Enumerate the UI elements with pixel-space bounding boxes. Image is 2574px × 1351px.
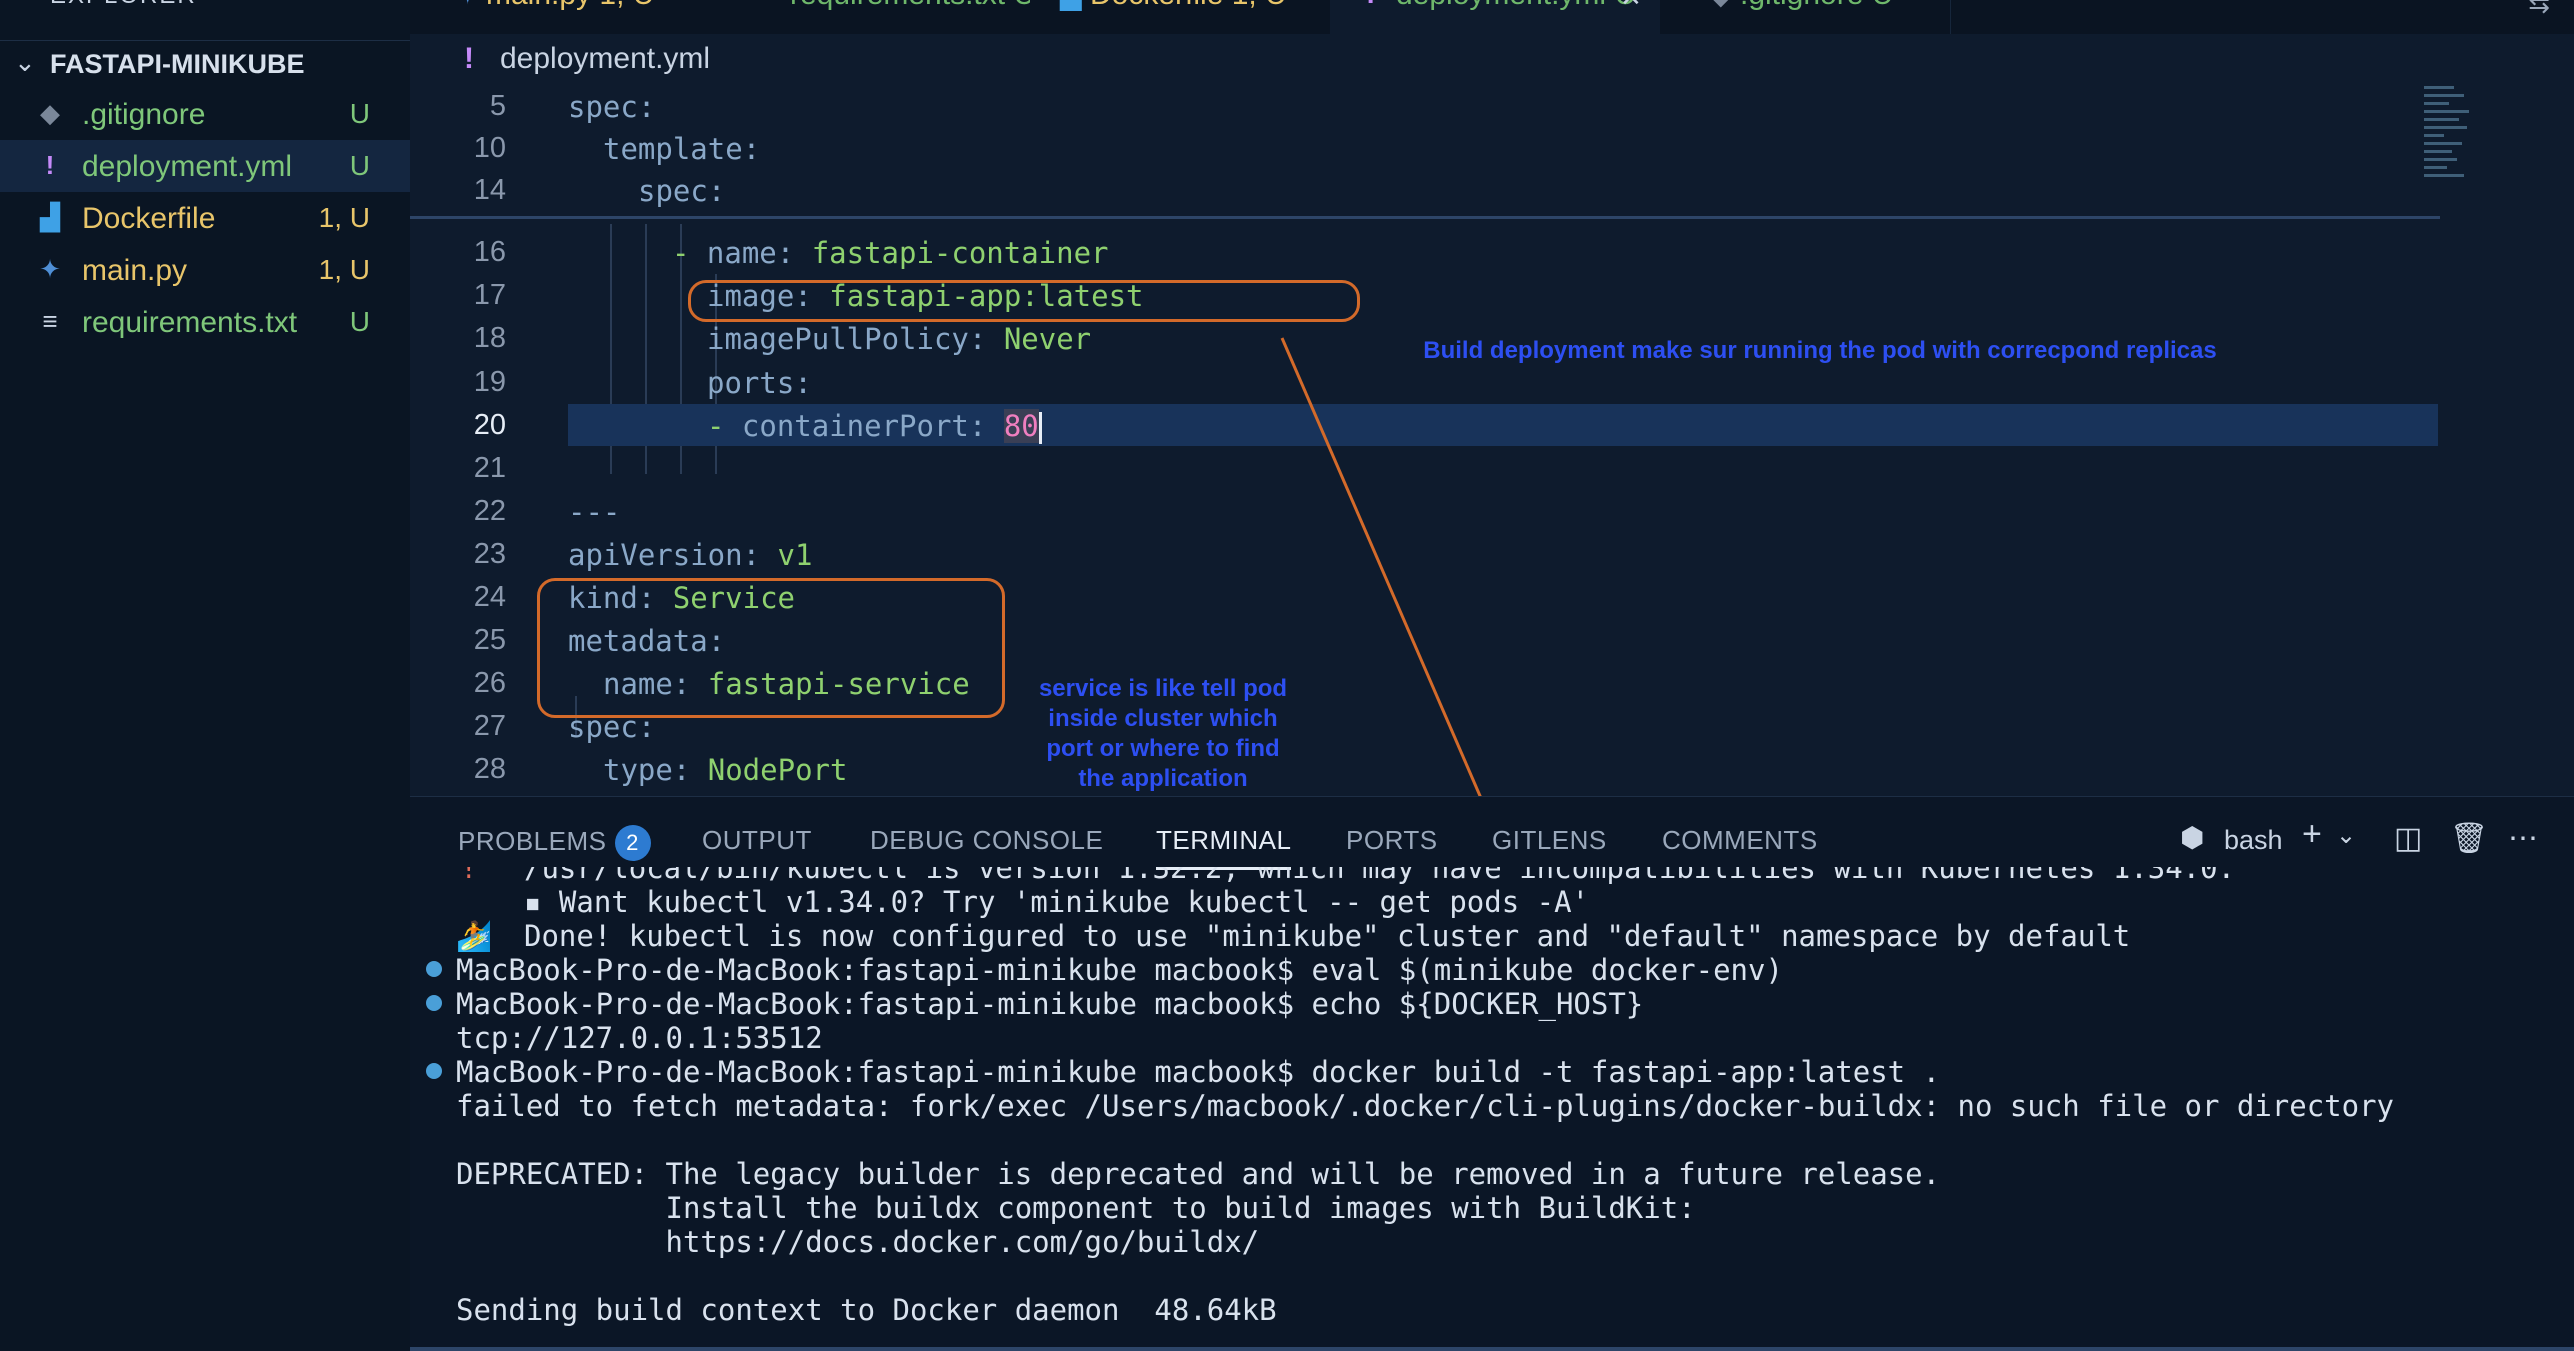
terminal-line: tcp://127.0.0.1:53512 — [456, 1021, 823, 1055]
tab-ports[interactable]: PORTS — [1346, 825, 1438, 856]
terminal-line: MacBook-Pro-de-MacBook:fastapi-minikube … — [456, 953, 1783, 987]
tab-debug-console[interactable]: DEBUG CONSOLE — [870, 825, 1103, 856]
bottom-panel: PROBLEMS 2 OUTPUT DEBUG CONSOLE TERMINAL … — [410, 796, 2574, 1351]
chevron-down-icon[interactable]: ⌄ — [2336, 821, 2356, 850]
terminal-line: Install the buildx component to build im… — [456, 1191, 1696, 1225]
tab-problems[interactable]: PROBLEMS 2 — [458, 825, 651, 861]
command-status-icon — [426, 1063, 442, 1079]
tab-comments[interactable]: COMMENTS — [1662, 825, 1818, 856]
problems-badge: 2 — [614, 825, 651, 861]
tab-gitlens[interactable]: GITLENS — [1492, 825, 1607, 856]
command-status-icon — [426, 961, 442, 977]
terminal-line: ▪ Want kubectl v1.34.0? Try 'minikube ku… — [524, 885, 1590, 919]
command-status-icon — [426, 995, 442, 1011]
terminal-line: MacBook-Pro-de-MacBook:fastapi-minikube … — [456, 1055, 1941, 1089]
trash-icon[interactable]: 🗑 — [2450, 821, 2488, 856]
terminal-line: DEPRECATED: The legacy builder is deprec… — [456, 1157, 1941, 1191]
party-icon: 🏄 — [456, 919, 493, 953]
terminal-line: failed to fetch metadata: fork/exec /Use… — [456, 1089, 2395, 1123]
terminal-line: MacBook-Pro-de-MacBook:fastapi-minikube … — [456, 987, 1644, 1021]
tab-output[interactable]: OUTPUT — [702, 825, 812, 856]
new-terminal-icon[interactable]: + — [2302, 815, 2322, 854]
terminal-shell-name[interactable]: bash — [2224, 825, 2283, 856]
terminal-output[interactable]: ! /usr/local/bin/kubectl is version 1.32… — [410, 867, 2574, 1351]
warning-icon: ! — [460, 867, 478, 885]
split-terminal-icon[interactable]: ◫ — [2394, 821, 2422, 856]
tab-terminal[interactable]: TERMINAL — [1156, 825, 1292, 870]
terminal-line: https://docs.docker.com/go/buildx/ — [456, 1225, 1260, 1259]
panel-bottom-border — [410, 1347, 2574, 1351]
terminal-line: /usr/local/bin/kubectl is version 1.32.2… — [524, 867, 2236, 885]
terminal-shell-icon: ⬢ — [2180, 822, 2205, 853]
terminal-line: Sending build context to Docker daemon 4… — [456, 1293, 1277, 1327]
more-actions-icon[interactable]: ⋯ — [2508, 821, 2538, 856]
terminal-line: Done! kubectl is now configured to use "… — [524, 919, 2131, 953]
